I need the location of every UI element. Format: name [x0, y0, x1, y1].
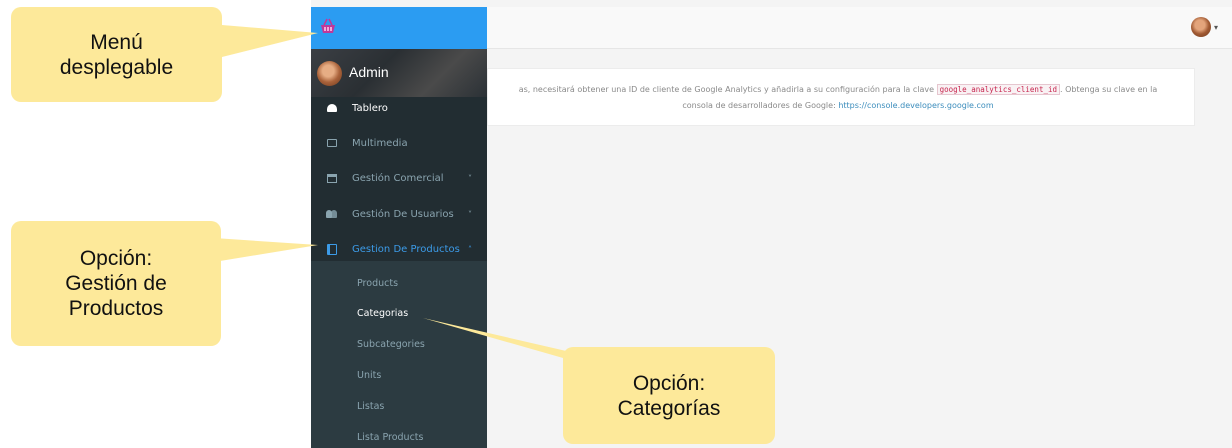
profile-name: Admin — [349, 64, 389, 80]
submenu-item-lista-products[interactable]: Lista Products — [311, 423, 487, 448]
callout-line: Categorías — [617, 396, 721, 420]
submenu-item-label: Lista Products — [357, 432, 424, 443]
notice-config-key: google_analytics_client_id — [936, 84, 1061, 95]
submenu-item-listas[interactable]: Listas — [311, 392, 487, 422]
sidebar-header — [311, 7, 487, 49]
sidebar-item-gestion-comercial[interactable]: Gestión Comercial ˅ — [311, 163, 487, 193]
user-avatar — [1190, 17, 1211, 37]
sidebar-item-multimedia[interactable]: Multimedia — [311, 128, 487, 158]
media-icon — [326, 138, 337, 149]
sidebar-item-label: Gestión De Usuarios — [352, 208, 454, 220]
sidebar: Admin Tablero Multimedia Gestión Comerci… — [311, 7, 487, 448]
sidebar-item-tablero[interactable]: Tablero — [311, 93, 487, 123]
chevron-up-icon: ˄ — [468, 244, 472, 254]
submenu-item-categorias[interactable]: Categorias — [311, 299, 487, 329]
screenshot-stage: ▾ as, necesitará obtener una ID de clien… — [0, 0, 1232, 448]
callout-line: Opción: — [632, 371, 706, 395]
console-link[interactable]: https://console.developers.google.com — [838, 101, 993, 110]
sidebar-item-label: Tablero — [352, 102, 388, 114]
user-profile-panel: Admin — [311, 49, 487, 97]
basket-logo-icon[interactable] — [319, 17, 337, 35]
notice-text-after: . Obtenga su clave en la — [1060, 85, 1158, 94]
callout-line: Menú — [90, 30, 143, 54]
user-menu[interactable]: ▾ — [1190, 17, 1218, 37]
menu-callout-pointer — [210, 24, 318, 60]
user-avatar — [317, 61, 342, 86]
submenu-item-subcategories[interactable]: Subcategories — [311, 330, 487, 360]
submenu-item-products[interactable]: Products — [311, 269, 487, 299]
callout-gestion-productos: Opción: Gestión de Productos — [11, 221, 221, 346]
chevron-down-icon: ˅ — [468, 173, 472, 183]
notice-line-1: as, necesitará obtener una ID de cliente… — [488, 82, 1188, 98]
submenu-item-label: Listas — [357, 401, 385, 412]
sidebar-item-label: Gestion De Productos — [352, 243, 460, 255]
analytics-notice-box: as, necesitará obtener una ID de cliente… — [487, 68, 1195, 126]
submenu-item-label: Categorias — [357, 308, 409, 319]
sidebar-item-label: Multimedia — [352, 137, 408, 149]
callout-line: Gestión de — [65, 272, 167, 295]
productos-callout-pointer — [214, 238, 318, 262]
submenu-item-label: Products — [357, 278, 399, 289]
sidebar-item-gestion-usuarios[interactable]: Gestión De Usuarios ˅ — [311, 199, 487, 229]
notice-line2-text: consola de desarrolladores de Google: — [682, 101, 836, 110]
callout-line: Productos — [68, 297, 164, 320]
submenu-item-units[interactable]: Units — [311, 361, 487, 391]
store-icon — [326, 173, 337, 184]
notice-line-2: consola de desarrolladores de Google: ht… — [488, 98, 1188, 114]
sidebar-item-gestion-productos[interactable]: Gestion De Productos ˄ — [311, 234, 487, 264]
sidebar-item-label: Gestión Comercial — [352, 172, 444, 184]
submenu-item-label: Subcategories — [357, 339, 425, 350]
callout-menu-desplegable: Menú desplegable — [11, 7, 222, 102]
top-navbar: ▾ — [487, 7, 1232, 49]
callout-categorias: Opción: Categorías — [563, 347, 775, 444]
chevron-down-icon: ˅ — [468, 209, 472, 219]
dashboard-icon — [326, 103, 337, 114]
submenu-item-label: Units — [357, 370, 382, 381]
callout-line: Opción: — [79, 247, 153, 270]
users-icon — [326, 209, 337, 220]
notice-text-before: as, necesitará obtener una ID de cliente… — [518, 85, 935, 94]
productos-submenu: Products Categorias Subcategories Units … — [311, 261, 487, 448]
callout-line: desplegable — [59, 55, 174, 79]
caret-down-icon: ▾ — [1213, 22, 1218, 32]
book-icon — [326, 243, 337, 255]
